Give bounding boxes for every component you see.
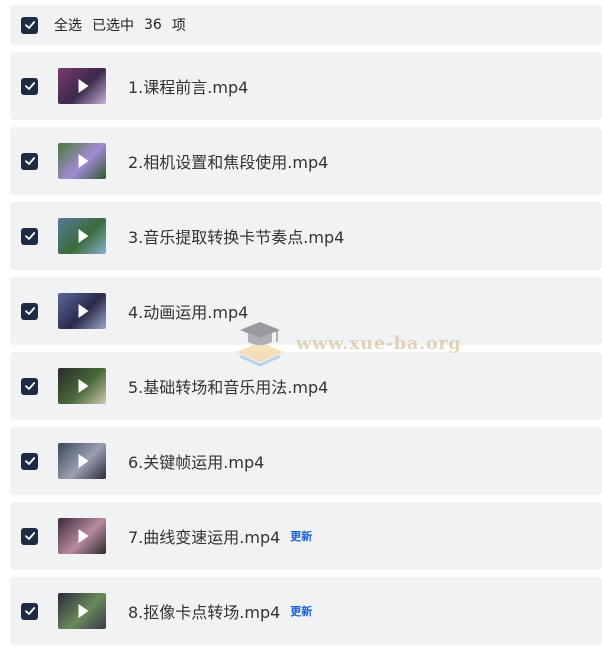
video-thumbnail[interactable] — [58, 293, 106, 329]
list-item[interactable]: 6.关键帧运用.mp4 — [10, 427, 602, 495]
video-thumbnail[interactable] — [58, 68, 106, 104]
check-icon — [24, 382, 35, 390]
selected-prefix: 已选中 — [92, 18, 134, 34]
check-icon — [24, 21, 35, 29]
select-all-label: 全选 — [54, 18, 82, 34]
selection-summary: 全选 已选中 36 项 — [54, 15, 196, 35]
item-checkbox[interactable] — [21, 77, 38, 95]
file-title[interactable]: 7.曲线变速运用.mp4 — [128, 524, 280, 548]
play-icon — [78, 154, 89, 168]
selected-suffix: 项 — [171, 18, 186, 34]
selected-count: 36 — [144, 17, 162, 33]
file-title[interactable]: 8.抠像卡点转场.mp4 — [128, 599, 280, 623]
video-thumbnail[interactable] — [58, 443, 106, 479]
item-checkbox[interactable] — [21, 377, 38, 395]
item-checkbox[interactable] — [21, 152, 38, 170]
item-checkbox[interactable] — [21, 602, 38, 620]
list-item[interactable]: 5.基础转场和音乐用法.mp4 — [10, 352, 602, 420]
file-title[interactable]: 6.关键帧运用.mp4 — [128, 449, 264, 473]
check-icon — [24, 157, 35, 165]
list-item[interactable]: 2.相机设置和焦段使用.mp4 — [10, 127, 602, 195]
play-icon — [78, 604, 89, 618]
update-badge: 更新 — [290, 530, 313, 543]
list-item[interactable]: 1.课程前言.mp4 — [10, 52, 602, 120]
list-item[interactable]: 3.音乐提取转换卡节奏点.mp4 — [10, 202, 602, 270]
select-all-checkbox[interactable] — [21, 16, 38, 34]
check-icon — [24, 232, 35, 240]
check-icon — [24, 607, 35, 615]
check-icon — [24, 532, 35, 540]
file-title[interactable]: 5.基础转场和音乐用法.mp4 — [128, 374, 328, 398]
file-list: 1.课程前言.mp4 2.相机设置和焦段使用.mp4 3.音乐提取转换卡节奏点.mp… — [10, 52, 602, 652]
file-title[interactable]: 2.相机设置和焦段使用.mp4 — [128, 149, 328, 173]
video-thumbnail[interactable] — [58, 368, 106, 404]
file-title[interactable]: 3.音乐提取转换卡节奏点.mp4 — [128, 224, 344, 248]
play-icon — [78, 304, 89, 318]
list-item[interactable]: 8.抠像卡点转场.mp4 更新 — [10, 577, 602, 645]
item-checkbox[interactable] — [21, 227, 38, 245]
play-icon — [78, 454, 89, 468]
file-title[interactable]: 4.动画运用.mp4 — [128, 299, 248, 323]
item-checkbox[interactable] — [21, 527, 38, 545]
item-checkbox[interactable] — [21, 452, 38, 470]
play-icon — [78, 79, 89, 93]
video-thumbnail[interactable] — [58, 518, 106, 554]
list-item[interactable]: 4.动画运用.mp4 — [10, 277, 602, 345]
play-icon — [78, 229, 89, 243]
file-title[interactable]: 1.课程前言.mp4 — [128, 74, 248, 98]
update-badge: 更新 — [290, 605, 313, 618]
item-checkbox[interactable] — [21, 302, 38, 320]
check-icon — [24, 82, 35, 90]
list-item[interactable]: 7.曲线变速运用.mp4 更新 — [10, 502, 602, 570]
video-thumbnail[interactable] — [58, 218, 106, 254]
check-icon — [24, 307, 35, 315]
select-all-bar[interactable]: 全选 已选中 36 项 — [10, 5, 602, 45]
play-icon — [78, 529, 89, 543]
video-thumbnail[interactable] — [58, 593, 106, 629]
play-icon — [78, 379, 89, 393]
video-thumbnail[interactable] — [58, 143, 106, 179]
check-icon — [24, 457, 35, 465]
